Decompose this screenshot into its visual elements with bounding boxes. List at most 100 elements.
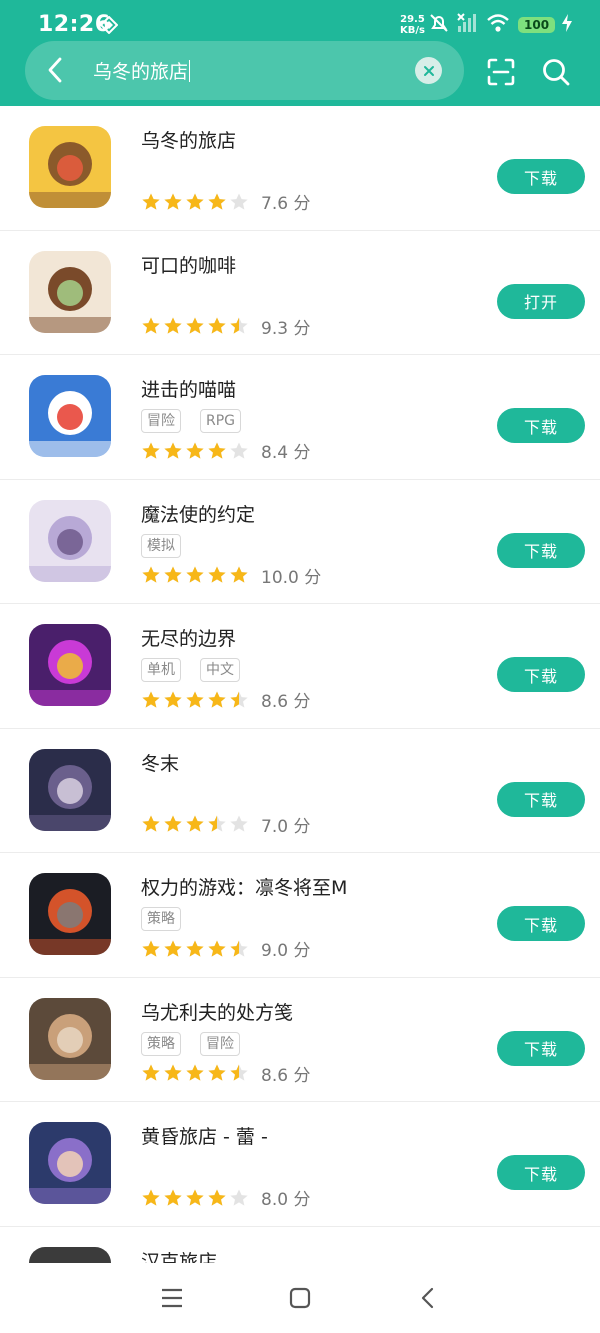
search-input[interactable]: 乌冬的旅店 bbox=[93, 57, 191, 84]
app-icon[interactable] bbox=[29, 375, 111, 457]
app-score: 8.0 分 bbox=[261, 1190, 311, 1210]
app-score: 10.0 分 bbox=[261, 567, 322, 588]
app-tag: 冒险 bbox=[200, 1031, 240, 1056]
download-button[interactable]: 下载 bbox=[497, 532, 585, 568]
clear-search-button[interactable] bbox=[415, 57, 442, 84]
app-rating: 8.0 分 bbox=[141, 1185, 310, 1210]
app-icon[interactable] bbox=[29, 250, 111, 333]
star-full-icon bbox=[185, 939, 205, 959]
app-rating: 8.4 分 bbox=[141, 438, 310, 463]
app-name[interactable]: 乌尤利夫的处方笺 bbox=[141, 998, 293, 1025]
app-rating: 9.0 分 bbox=[141, 936, 310, 961]
star-rating bbox=[141, 441, 249, 461]
app-icon[interactable] bbox=[29, 748, 111, 831]
star-full-icon bbox=[185, 316, 205, 336]
wifi-icon bbox=[486, 12, 510, 38]
app-rating: 7.0 分 bbox=[141, 812, 310, 837]
app-icon[interactable] bbox=[29, 624, 111, 706]
app-tags: 策略 冒险 bbox=[141, 1031, 240, 1056]
app-tag: RPG bbox=[200, 409, 242, 433]
app-tags: 单机 中文 bbox=[141, 658, 240, 682]
app-notification-icon bbox=[99, 15, 119, 35]
app-score: 9.0 分 bbox=[261, 941, 311, 961]
app-name[interactable]: 权力的游戏：凛冬将至M bbox=[141, 873, 347, 900]
download-button[interactable]: 下载 bbox=[497, 781, 585, 817]
app-icon[interactable] bbox=[29, 1122, 111, 1204]
star-full-icon bbox=[141, 565, 161, 585]
system-nav-bar bbox=[0, 1263, 600, 1333]
app-list-item[interactable]: 魔法使的约定 模拟 10.0 分 下载 bbox=[0, 480, 600, 604]
star-full-icon bbox=[163, 690, 183, 710]
mute-bell-icon bbox=[428, 12, 450, 38]
search-icon bbox=[543, 59, 570, 86]
download-button[interactable]: 下载 bbox=[497, 159, 585, 194]
app-name[interactable]: 黄昏旅店 - 蕾 - bbox=[141, 1122, 268, 1149]
star-full-icon bbox=[141, 690, 161, 710]
app-icon[interactable] bbox=[29, 873, 111, 955]
app-rating: 9.3 分 bbox=[141, 314, 310, 339]
app-name[interactable]: 魔法使的约定 bbox=[141, 500, 255, 527]
download-button[interactable]: 下载 bbox=[497, 1155, 585, 1190]
back-button[interactable] bbox=[411, 1281, 445, 1315]
download-button[interactable]: 下载 bbox=[497, 408, 585, 443]
star-full-icon bbox=[185, 565, 205, 585]
close-icon bbox=[423, 65, 434, 76]
search-bar[interactable]: 乌冬的旅店 bbox=[25, 41, 464, 100]
signal-icon bbox=[456, 12, 480, 38]
home-square-icon bbox=[289, 1287, 311, 1309]
star-full-icon bbox=[185, 814, 205, 834]
app-score: 7.6 分 bbox=[261, 194, 311, 214]
app-name[interactable]: 乌冬的旅店 bbox=[141, 126, 236, 153]
app-list-item[interactable]: 进击的喵喵冒险 RPG 8.4 分 下载 bbox=[0, 355, 600, 480]
star-empty-icon bbox=[229, 814, 249, 834]
search-button[interactable] bbox=[539, 55, 573, 89]
star-full-icon bbox=[185, 1063, 205, 1083]
app-name[interactable]: 进击的喵喵 bbox=[141, 375, 236, 402]
search-query: 乌冬的旅店 bbox=[93, 61, 189, 83]
home-button[interactable] bbox=[283, 1281, 317, 1315]
app-header: 12:26 29.5 KB/s 100 乌冬的旅店 bbox=[0, 0, 600, 106]
app-list-item[interactable]: 权力的游戏：凛冬将至M 策略 9.0 分 下载 bbox=[0, 853, 600, 978]
app-name[interactable]: 无尽的边界 bbox=[141, 624, 236, 651]
app-name[interactable]: 冬末 bbox=[141, 749, 179, 776]
star-rating bbox=[141, 939, 249, 959]
app-icon[interactable] bbox=[29, 126, 111, 208]
app-icon[interactable] bbox=[29, 997, 111, 1080]
text-cursor bbox=[189, 59, 191, 82]
app-list-item[interactable]: 乌尤利夫的处方笺 策略 冒险 8.6 分 下载 bbox=[0, 978, 600, 1102]
scan-button[interactable] bbox=[484, 55, 518, 89]
back-arrow-icon[interactable] bbox=[39, 54, 71, 86]
app-rating: 8.6 分 bbox=[141, 687, 310, 712]
app-rating: 7.6 分 bbox=[141, 189, 310, 214]
app-tags: 冒险 RPG bbox=[141, 409, 242, 433]
charging-icon bbox=[561, 13, 573, 37]
app-tag: 策略 bbox=[141, 1031, 181, 1056]
star-full-icon bbox=[141, 1063, 161, 1083]
download-button[interactable]: 下载 bbox=[497, 906, 585, 941]
star-full-icon bbox=[163, 316, 183, 336]
app-list-item[interactable]: 可口的咖啡 9.3 分 打开 bbox=[0, 231, 600, 355]
app-name[interactable]: 可口的咖啡 bbox=[141, 251, 236, 278]
star-empty-icon bbox=[229, 441, 249, 461]
app-rating: 10.0 分 bbox=[141, 563, 321, 588]
app-tag: 中文 bbox=[200, 658, 240, 682]
app-list-item[interactable]: 冬末 7.0 分 下载 bbox=[0, 729, 600, 853]
download-button[interactable]: 下载 bbox=[497, 657, 585, 692]
app-list-item[interactable]: 乌冬的旅店 7.6 分 下载 bbox=[0, 106, 600, 231]
star-full-icon bbox=[141, 1188, 161, 1208]
star-full-icon bbox=[229, 565, 249, 585]
star-full-icon bbox=[207, 565, 227, 585]
app-icon[interactable] bbox=[29, 499, 111, 582]
star-half-icon bbox=[229, 1063, 249, 1083]
menu-button[interactable] bbox=[155, 1281, 189, 1315]
star-rating bbox=[141, 316, 249, 336]
app-score: 8.6 分 bbox=[261, 1065, 311, 1086]
star-half-icon bbox=[229, 939, 249, 959]
star-empty-icon bbox=[229, 192, 249, 212]
open-button[interactable]: 打开 bbox=[497, 283, 585, 319]
app-list-item[interactable]: 黄昏旅店 - 蕾 - 8.0 分 下载 bbox=[0, 1102, 600, 1227]
network-speed: 29.5 KB/s bbox=[400, 14, 425, 36]
app-score: 8.6 分 bbox=[261, 692, 311, 712]
app-list-item[interactable]: 无尽的边界单机 中文 8.6 分 下载 bbox=[0, 604, 600, 729]
download-button[interactable]: 下载 bbox=[497, 1030, 585, 1066]
